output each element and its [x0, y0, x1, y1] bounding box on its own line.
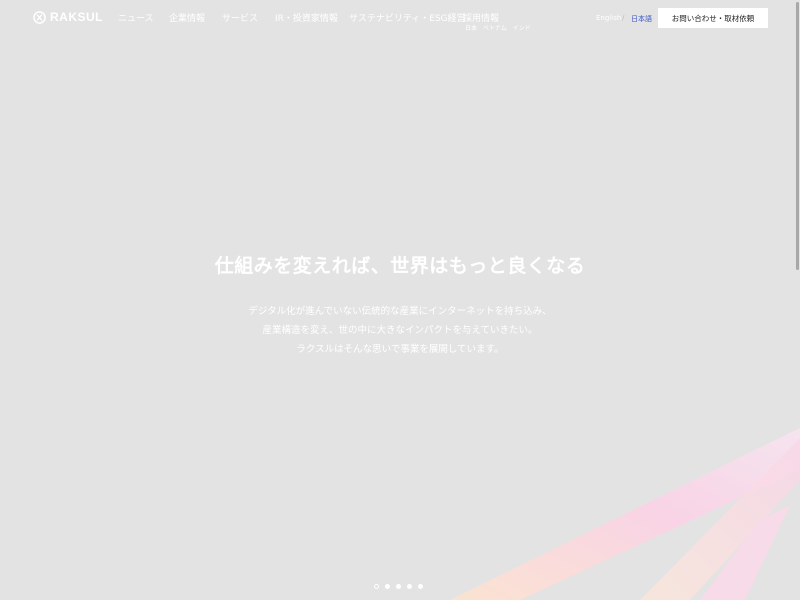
carousel-dot-5[interactable]: [418, 584, 423, 589]
nav-company-info[interactable]: 企業情報: [169, 11, 205, 24]
page-scrollbar[interactable]: [795, 0, 800, 600]
hero-description: デジタル化が進んでいない伝統的な産業にインターネットを持ち込み、 産業構造を変え…: [0, 302, 800, 359]
hero-description-line-1: デジタル化が進んでいない伝統的な産業にインターネットを持ち込み、: [248, 306, 552, 317]
logo-wordmark: RAKSUL: [50, 10, 103, 24]
nav-news[interactable]: ニュース: [118, 11, 154, 24]
hero-description-line-3: ラクスルはそんな思いで事業を展開しています。: [296, 344, 504, 355]
language-english-link[interactable]: English: [596, 14, 621, 22]
raksul-logo[interactable]: RAKSUL: [33, 10, 103, 24]
nav-investor-relations[interactable]: IR・投資家情報: [275, 11, 338, 24]
nav-careers-regions[interactable]: 日本 ベトナム インド: [465, 23, 531, 32]
carousel-dot-1[interactable]: [374, 584, 379, 589]
carousel-dot-2[interactable]: [385, 584, 390, 589]
site-header: RAKSUL ニュース 企業情報 サービス IR・投資家情報 サステナビリティ・…: [0, 0, 800, 40]
raksul-logo-mark-icon: [33, 10, 46, 24]
nav-services[interactable]: サービス: [222, 11, 258, 24]
contact-button[interactable]: お問い合わせ・取材依頼: [658, 8, 768, 28]
carousel-dot-3[interactable]: [396, 584, 401, 589]
hero-description-line-2: 産業構造を変え、世の中に大きなインパクトを与えていきたい。: [262, 325, 538, 336]
carousel-dot-4[interactable]: [407, 584, 412, 589]
hero-title: 仕組みを変えれば、世界はもっと良くなる: [214, 255, 586, 277]
language-separator: /: [622, 14, 625, 22]
nav-careers[interactable]: 採用情報 日本 ベトナム インド: [463, 11, 531, 32]
decorative-gradient-ribbon: [450, 428, 800, 600]
carousel-pagination: [374, 584, 423, 589]
language-japanese-link[interactable]: 日本語: [631, 14, 652, 24]
nav-sustainability-esg[interactable]: サステナビリティ・ESG経営: [349, 11, 466, 24]
scrollbar-thumb[interactable]: [796, 2, 799, 270]
